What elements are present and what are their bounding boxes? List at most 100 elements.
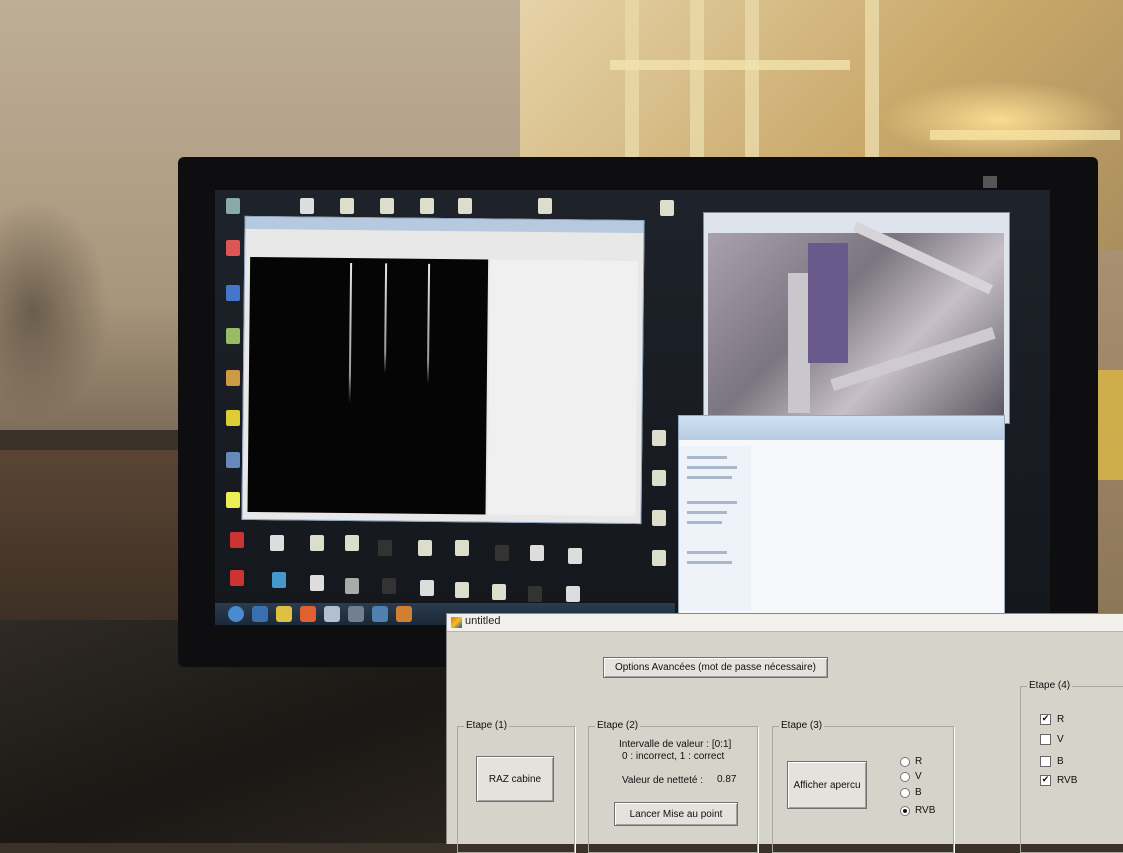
dialog-title: untitled <box>465 615 501 627</box>
folder-icon <box>310 535 324 551</box>
radio-r[interactable]: R <box>900 756 922 767</box>
folder-icon <box>455 540 469 556</box>
step1-label: Etape (1) <box>464 720 510 731</box>
desktop-icon <box>226 240 240 256</box>
desktop-icon <box>230 570 244 586</box>
folder-icon <box>418 540 432 556</box>
desktop-icon <box>226 370 240 386</box>
camera-view <box>708 221 1004 419</box>
folder-icon <box>455 582 469 598</box>
checkbox-rvb[interactable]: ✔ RVB <box>1040 775 1077 786</box>
folder-icon <box>652 550 666 566</box>
interval-legend-text: 0 : incorrect, 1 : correct <box>622 751 725 762</box>
radio-v[interactable]: V <box>900 771 922 782</box>
taskbar-app-icon[interactable] <box>300 606 316 622</box>
desktop-icon <box>226 328 240 344</box>
folder-icon <box>380 198 394 214</box>
explorer-sidebar <box>679 446 751 611</box>
file-icon <box>310 575 324 591</box>
folder-icon <box>300 198 314 214</box>
radio-rvb[interactable]: RVB <box>900 805 935 816</box>
checkbox-rvb-label: RVB <box>1057 775 1078 786</box>
radio-v-label: V <box>915 771 922 782</box>
folder-icon <box>652 470 666 486</box>
monitor-logo-icon <box>983 176 997 188</box>
window-mullion <box>690 0 704 165</box>
image-viewer-titlebar <box>245 216 644 234</box>
checkbox-box <box>1040 756 1051 767</box>
file-icon <box>566 586 580 602</box>
folder-icon <box>538 198 552 214</box>
file-icon <box>378 540 392 556</box>
file-icon <box>495 545 509 561</box>
taskbar-app-icon[interactable] <box>396 606 412 622</box>
radio-circle <box>900 756 910 767</box>
file-icon <box>568 548 582 564</box>
background-cabinet <box>0 450 200 640</box>
camera-view-rail <box>852 221 994 295</box>
explorer-toolbar <box>679 416 1004 440</box>
step4-group: Etape (4) <box>1020 680 1123 853</box>
show-preview-button[interactable]: Afficher apercu <box>787 761 867 809</box>
start-button-icon[interactable] <box>228 606 244 622</box>
desktop-icon <box>226 452 240 468</box>
file-icon <box>272 572 286 588</box>
step2-label: Etape (2) <box>595 720 641 731</box>
interval-text: Intervalle de valeur : [0:1] <box>619 739 732 750</box>
radio-b-label: B <box>915 787 922 798</box>
window-bar <box>610 60 850 70</box>
radio-rvb-label: RVB <box>915 805 936 816</box>
advanced-options-button[interactable]: Options Avancées (mot de passe nécessair… <box>603 657 828 678</box>
desktop-icon <box>230 532 244 548</box>
checkbox-r-label: R <box>1057 714 1065 725</box>
sharpness-label: Valeur de netteté : <box>622 775 703 786</box>
checkbox-v[interactable]: V <box>1040 734 1064 745</box>
taskbar-app-icon[interactable] <box>252 606 268 622</box>
taskbar-app-icon[interactable] <box>324 606 340 622</box>
folder-icon <box>652 430 666 446</box>
image-viewer-side-panel <box>487 259 639 517</box>
folder-icon <box>420 198 434 214</box>
checkbox-r[interactable]: ✔ R <box>1040 714 1064 725</box>
taskbar-app-icon[interactable] <box>276 606 292 622</box>
file-icon <box>270 535 284 551</box>
checkbox-v-label: V <box>1057 734 1064 745</box>
radio-r-label: R <box>915 756 923 767</box>
explorer-window <box>678 415 1005 617</box>
root-strand <box>348 263 353 404</box>
image-viewer-window <box>241 215 645 525</box>
launch-focus-button[interactable]: Lancer Mise au point <box>614 802 738 826</box>
folder-icon <box>652 510 666 526</box>
radio-b[interactable]: B <box>900 787 922 798</box>
checkbox-b[interactable]: B <box>1040 756 1064 767</box>
window-mullion <box>625 0 639 165</box>
file-icon <box>382 578 396 594</box>
file-icon <box>420 580 434 596</box>
wall-shadow <box>0 200 110 420</box>
taskbar-app-icon[interactable] <box>348 606 364 622</box>
dialog-titlebar: untitled <box>447 614 1123 632</box>
root-strand <box>383 263 388 374</box>
file-icon <box>528 586 542 602</box>
window-mullion <box>865 0 879 165</box>
file-icon <box>530 545 544 561</box>
desktop-icon <box>226 492 240 508</box>
camera-view-post <box>788 273 810 413</box>
window-mullion <box>745 0 759 165</box>
camera-view-bracket <box>808 243 848 363</box>
matlab-logo-icon <box>451 617 462 628</box>
raz-cabine-button[interactable]: RAZ cabine <box>476 756 554 802</box>
checkbox-box: ✔ <box>1040 775 1051 786</box>
step4-label: Etape (4) <box>1027 680 1073 691</box>
desktop-icon <box>226 198 240 214</box>
folder-icon <box>340 198 354 214</box>
file-icon <box>345 578 359 594</box>
camera-view-rail <box>830 327 996 391</box>
root-strand <box>426 263 431 384</box>
root-image <box>247 256 489 515</box>
checkbox-b-label: B <box>1057 756 1064 767</box>
desktop-icon <box>226 410 240 426</box>
taskbar-app-icon[interactable] <box>372 606 388 622</box>
folder-icon <box>458 198 472 214</box>
checkbox-box: ✔ <box>1040 714 1051 725</box>
